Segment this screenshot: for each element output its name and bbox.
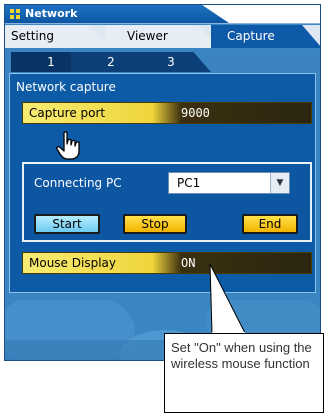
network-panel: Network Setting Viewer Capture 1 2 3 Net… bbox=[4, 4, 321, 361]
connecting-pc-value: PC1 bbox=[177, 176, 201, 190]
tab-capture[interactable]: Capture bbox=[211, 25, 320, 48]
subtab-3[interactable]: 3 bbox=[131, 52, 211, 72]
mouse-display-label: Mouse Display bbox=[29, 256, 116, 270]
tab-setting[interactable]: Setting bbox=[5, 25, 110, 48]
network-capture-section: Network capture Capture port 9000 Connec… bbox=[9, 73, 316, 293]
connecting-pc-select[interactable]: PC1 ▼ bbox=[168, 172, 290, 194]
connecting-pc-group: Connecting PC PC1 ▼ Start Stop End bbox=[22, 162, 312, 242]
start-button[interactable]: Start bbox=[34, 214, 100, 234]
title-bar: Network bbox=[5, 5, 320, 24]
end-button[interactable]: End bbox=[242, 214, 298, 234]
callout-note: Set "On" when using the wireless mouse f… bbox=[164, 333, 324, 413]
capture-port-value: 9000 bbox=[181, 106, 210, 120]
section-title: Network capture bbox=[16, 80, 116, 94]
title-tab: Network bbox=[5, 5, 229, 23]
hand-pointer-icon bbox=[56, 131, 80, 160]
chevron-down-icon[interactable]: ▼ bbox=[270, 173, 289, 193]
tab-viewer[interactable]: Viewer bbox=[105, 25, 220, 48]
capture-port-field[interactable]: Capture port 9000 bbox=[22, 102, 312, 124]
stop-button[interactable]: Stop bbox=[123, 214, 187, 234]
capture-port-label: Capture port bbox=[29, 106, 106, 120]
network-grid-icon bbox=[10, 9, 20, 19]
mouse-display-field[interactable]: Mouse Display ON bbox=[22, 252, 312, 274]
capture-subtabs: 1 2 3 bbox=[5, 50, 320, 72]
mouse-display-value: ON bbox=[181, 256, 196, 270]
window-title: Network bbox=[25, 7, 78, 20]
connecting-pc-label: Connecting PC bbox=[34, 176, 122, 190]
main-tabs: Setting Viewer Capture bbox=[5, 25, 320, 48]
